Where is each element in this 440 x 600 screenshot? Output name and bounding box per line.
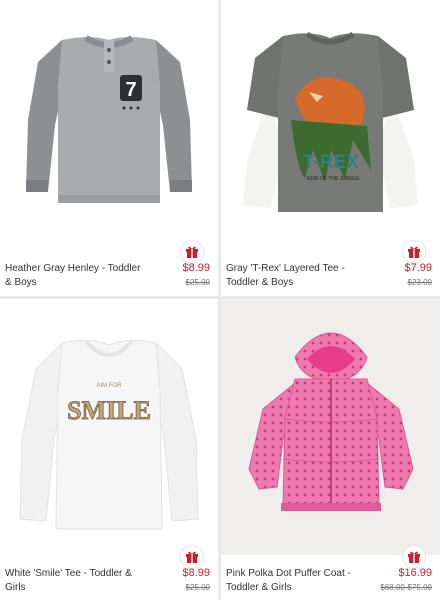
sale-price: $16.99 [398, 567, 432, 579]
product-image[interactable]: AIM FOR SMILE [0, 299, 218, 555]
original-price: $25.00 [185, 583, 210, 592]
product-image[interactable]: T-REX KING OF THE JUNGLE [221, 0, 440, 250]
product-name[interactable]: Pink Polka Dot Puffer Coat - Toddler & G… [226, 567, 366, 595]
original-price: $68.00-$75.00 [380, 583, 432, 592]
product-grid: 7 Heather Gray Henley - Toddler & Boys $… [0, 0, 440, 600]
product-name[interactable]: Gray 'T-Rex' Layered Tee - Toddler & Boy… [226, 262, 366, 290]
product-image[interactable]: 7 [0, 0, 218, 250]
graphic-subtext: AIM FOR [97, 383, 123, 389]
gift-icon[interactable] [402, 240, 426, 264]
product-name[interactable]: Heather Gray Henley - Toddler & Boys [5, 262, 145, 290]
graphic-text: SMILE [67, 396, 151, 425]
gift-icon[interactable] [402, 545, 426, 569]
original-price: $25.00 [185, 278, 210, 287]
product-card[interactable]: Pink Polka Dot Puffer Coat - Toddler & G… [221, 299, 440, 600]
gift-icon[interactable] [180, 240, 204, 264]
graphic-subtext: KING OF THE JUNGLE [307, 176, 361, 182]
product-name[interactable]: White 'Smile' Tee - Toddler & Girls [5, 567, 145, 595]
product-card[interactable]: 7 Heather Gray Henley - Toddler & Boys $… [0, 0, 218, 296]
sale-price: $8.99 [182, 262, 210, 274]
gift-icon[interactable] [180, 545, 204, 569]
product-card[interactable]: T-REX KING OF THE JUNGLE Gray 'T-Rex' La… [221, 0, 440, 296]
product-image[interactable] [221, 299, 440, 555]
sale-price: $8.99 [182, 567, 210, 579]
svg-text:7: 7 [125, 79, 136, 101]
sale-price: $7.99 [404, 262, 432, 274]
original-price: $23.00 [407, 278, 432, 287]
product-card[interactable]: AIM FOR SMILE White 'Smile' Tee - Toddle… [0, 299, 218, 600]
graphic-text: T-REX [303, 152, 359, 173]
